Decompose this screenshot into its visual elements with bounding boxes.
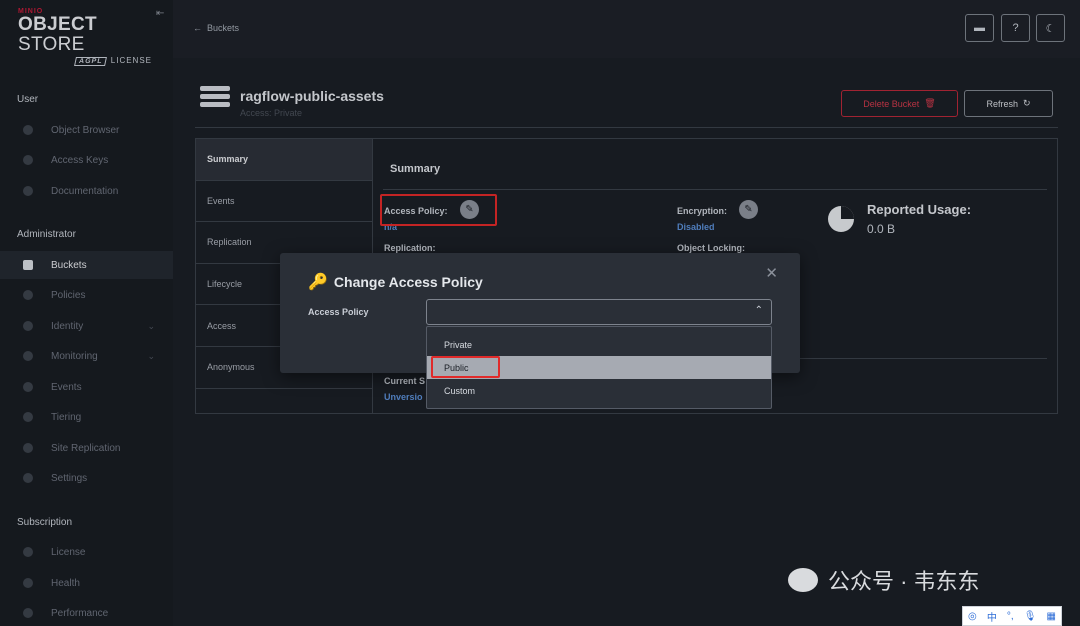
watermark-text: 公众号 · 韦东东 — [828, 569, 980, 594]
key-icon: 🔑 — [308, 274, 328, 291]
access-policy-select[interactable]: ⌃ — [426, 299, 772, 325]
wechat-icon — [788, 568, 818, 592]
minio-console: MINIO OBJECT STORE AGPL LICENSE ⇤ User Ob… — [0, 0, 1080, 626]
access-policy-field-label: Access Policy — [308, 307, 369, 317]
watermark: 公众号 · 韦东东 — [788, 564, 980, 596]
ime-language[interactable]: 中 — [987, 609, 997, 624]
ime-toolbar: ◎ 中 °, 🎙 ▦ — [962, 606, 1062, 626]
modal-title-text: Change Access Policy — [333, 274, 483, 290]
microphone-icon[interactable]: 🎙 — [1024, 611, 1037, 622]
close-icon[interactable]: ✕ — [765, 264, 778, 282]
option-private[interactable]: Private — [427, 333, 771, 356]
ime-punctuation-icon[interactable]: °, — [1007, 611, 1014, 622]
ime-logo-icon[interactable]: ◎ — [968, 611, 977, 622]
annotation-highlight-box — [431, 356, 500, 378]
chevron-up-icon: ⌃ — [754, 305, 763, 316]
option-custom[interactable]: Custom — [427, 379, 771, 402]
ime-grid-icon[interactable]: ▦ — [1047, 611, 1056, 622]
modal-title: 🔑 Change Access Policy — [308, 272, 483, 292]
